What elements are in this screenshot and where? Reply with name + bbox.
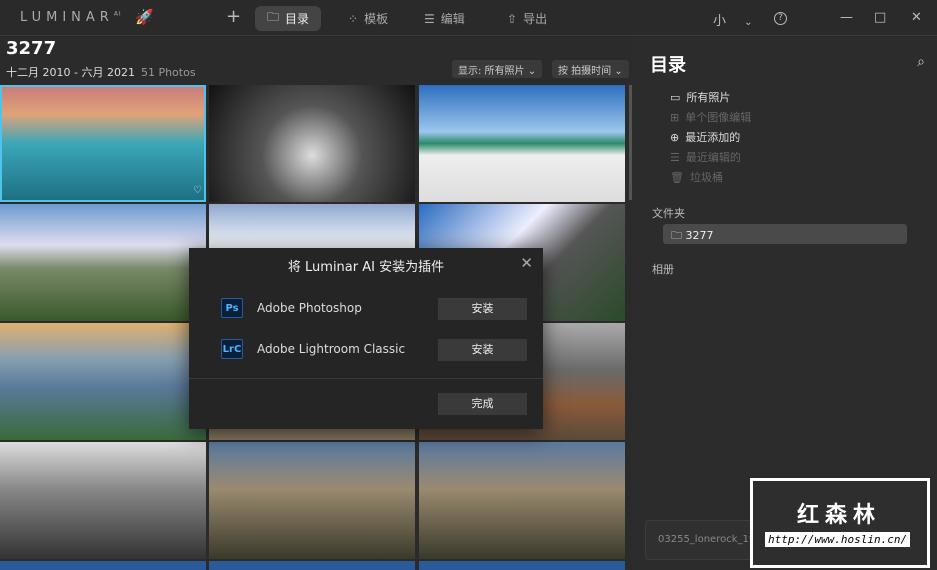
close-icon[interactable]: ✕ — [520, 254, 533, 272]
tab-templates[interactable]: ⁘ 模板 — [336, 6, 400, 31]
date-range-text: 十二月 2010 - 六月 2021 — [6, 66, 135, 79]
grid-icon: ⊞ — [670, 110, 680, 124]
photoshop-icon: Ps — [221, 298, 243, 318]
logo-text: LUMINAR — [20, 10, 114, 25]
sliders-icon: ☰ — [670, 150, 680, 164]
app-name: Adobe Photoshop — [257, 301, 362, 315]
minimize-button[interactable]: — — [840, 10, 853, 25]
search-icon[interactable]: ⌕ — [917, 54, 925, 70]
rocket-icon[interactable]: 🚀 — [135, 8, 154, 26]
install-photoshop-button[interactable]: 安装 — [438, 298, 527, 320]
sort-dropdown[interactable]: 按 拍摄时间 ⌄ — [552, 60, 629, 78]
item-label: 垃圾桶 — [689, 171, 723, 184]
sidebar-item-trash[interactable]: 🗑 垃圾桶 — [670, 169, 723, 185]
tab-label: 模板 — [364, 12, 389, 26]
dialog-title: 将 Luminar AI 安装为插件 — [287, 260, 445, 275]
add-icon[interactable]: + — [226, 6, 241, 27]
photo-thumbnail[interactable] — [419, 442, 625, 559]
plugin-install-dialog: 将 Luminar AI 安装为插件 ✕ Ps Adobe Photoshop 安… — [189, 248, 543, 429]
folder-icon: 🗀 — [671, 229, 686, 242]
tab-edit[interactable]: ☰ 编辑 — [412, 6, 477, 31]
logo-sup: AI — [113, 10, 122, 18]
folder-label: 3277 — [685, 229, 714, 242]
photos-icon: ▭ — [670, 90, 681, 104]
show-filter-dropdown[interactable]: 显示: 所有照片 ⌄ — [452, 60, 543, 78]
lightroom-icon: LrC — [221, 339, 243, 359]
tab-label: 编辑 — [440, 12, 465, 26]
folder-icon: 🗀 — [267, 10, 280, 24]
tab-label: 导出 — [523, 12, 548, 26]
done-button[interactable]: 完成 — [438, 393, 527, 415]
sidebar-item-recently-added[interactable]: ⊕ 最近添加的 — [670, 129, 740, 145]
heart-icon[interactable]: ♡ — [193, 185, 202, 196]
item-label: 最近编辑的 — [685, 151, 741, 164]
watermark-url: http://www.hoslin.cn/ — [765, 532, 911, 547]
trash-icon: 🗑 — [670, 170, 684, 184]
sidebar-item-single-edits[interactable]: ⊞ 单个图像编辑 — [670, 109, 751, 125]
sliders-icon: ☰ — [424, 11, 435, 26]
help-icon[interactable]: ? — [774, 12, 787, 25]
albums-heading: 相册 — [652, 263, 674, 276]
tab-export[interactable]: ⇧ 导出 — [495, 6, 559, 31]
photo-thumbnail[interactable] — [209, 442, 415, 559]
photo-thumbnail[interactable] — [0, 442, 206, 559]
sidebar-title: 目录 — [650, 55, 686, 76]
top-bar: LUMINARAI 🚀 + 🗀 目录 ⁘ 模板 ☰ 编辑 ⇧ 导出 小 ⌄ ? — □ … — [0, 0, 937, 36]
photo-thumbnail[interactable] — [0, 561, 206, 570]
tab-label: 目录 — [285, 12, 310, 26]
item-label: 单个图像编辑 — [685, 111, 752, 124]
plugin-row-lightroom: LrC Adobe Lightroom Classic — [221, 339, 405, 359]
photo-count: 51 Photos — [140, 66, 196, 79]
folder-item[interactable]: 🗀 3277 — [663, 224, 907, 244]
luminar-logo: LUMINARAI — [20, 10, 122, 25]
folders-heading: 文件夹 — [652, 207, 685, 220]
sidebar-item-all-photos[interactable]: ▭ 所有照片 — [670, 89, 730, 105]
photo-thumbnail[interactable] — [209, 561, 415, 570]
chevron-down-icon: ⌄ — [744, 17, 753, 28]
sidebar-item-recently-edited[interactable]: ☰ 最近编辑的 — [670, 149, 741, 165]
divider — [189, 378, 543, 379]
plus-circle-icon: ⊕ — [670, 130, 680, 144]
watermark: 红森林 http://www.hoslin.cn/ — [750, 478, 930, 568]
photo-thumbnail[interactable] — [0, 323, 206, 440]
item-label: 最近添加的 — [685, 131, 741, 144]
share-icon: ⇧ — [507, 11, 518, 26]
item-label: 所有照片 — [686, 91, 731, 104]
maximize-button[interactable]: □ — [874, 10, 886, 25]
photo-thumbnail[interactable] — [419, 85, 625, 202]
date-range: 十二月 2010 - 六月 2021 51 Photos — [6, 64, 196, 80]
size-label: 小 — [713, 14, 727, 29]
plugin-row-photoshop: Ps Adobe Photoshop — [221, 298, 362, 318]
tab-catalog[interactable]: 🗀 目录 — [255, 6, 322, 31]
watermark-text: 红森林 — [797, 503, 882, 528]
page-title: 3277 — [6, 38, 57, 59]
wand-icon: ⁘ — [348, 11, 359, 26]
close-button[interactable]: ✕ — [911, 10, 922, 25]
app-name: Adobe Lightroom Classic — [257, 342, 406, 356]
install-lightroom-button[interactable]: 安装 — [438, 339, 527, 361]
photo-thumbnail[interactable] — [419, 561, 625, 570]
photo-thumbnail[interactable] — [209, 85, 415, 202]
size-select[interactable]: 小 ⌄ — [713, 10, 753, 29]
photo-thumbnail[interactable] — [0, 85, 206, 202]
photo-thumbnail[interactable] — [0, 204, 206, 321]
